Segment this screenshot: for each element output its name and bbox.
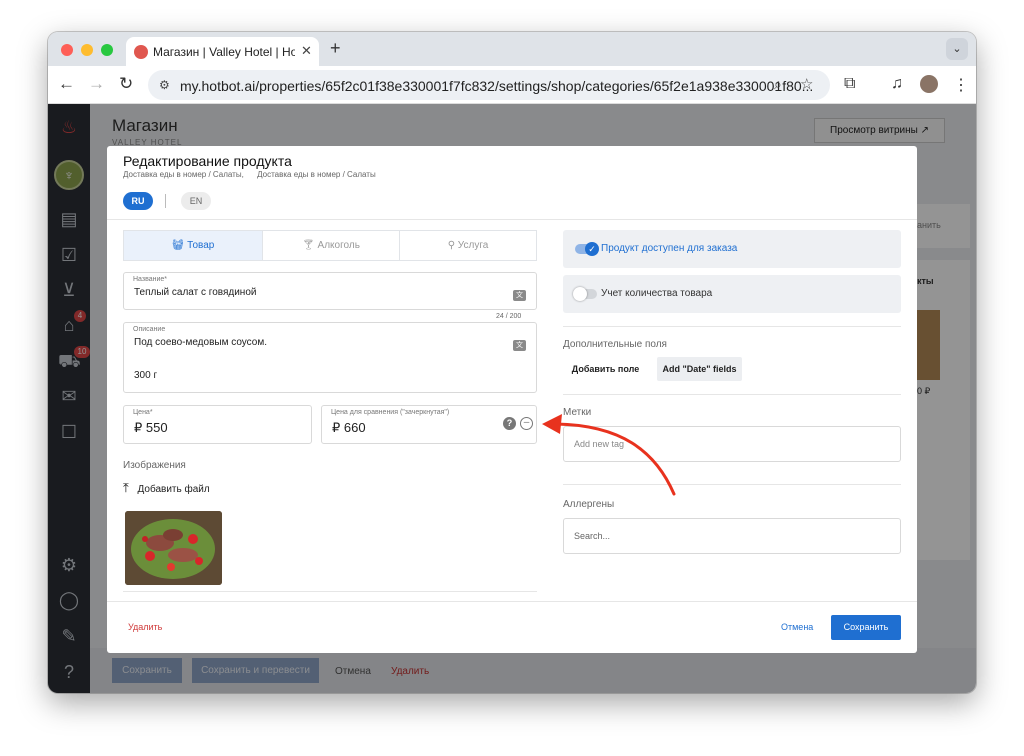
toggle-knob bbox=[573, 287, 587, 301]
cancel-button[interactable]: Отмена bbox=[781, 622, 813, 632]
header-divider bbox=[107, 219, 917, 220]
name-char-counter: 24 / 200 bbox=[496, 313, 522, 320]
footer-divider bbox=[107, 601, 917, 602]
site-settings-icon[interactable]: ⚙ bbox=[159, 78, 170, 92]
description-line-1: Под соево-медовым соусом. bbox=[134, 337, 268, 348]
right-divider-3 bbox=[563, 484, 901, 485]
tab-service-label: Услуга bbox=[457, 240, 489, 251]
address-bar[interactable]: ⚙ my.hotbot.ai/properties/65f2c01f38e330… bbox=[148, 70, 830, 100]
left-divider bbox=[123, 591, 537, 592]
lang-en-tab[interactable]: EN bbox=[181, 192, 211, 210]
maximize-window-button[interactable] bbox=[101, 44, 113, 56]
translate-icon[interactable]: 文 bbox=[513, 340, 526, 351]
breadcrumb: Доставка еды в номер / Салаты, Доставка … bbox=[123, 170, 376, 179]
name-value: Теплый салат с говядиной bbox=[134, 287, 257, 298]
remove-minus-icon[interactable]: – bbox=[520, 417, 533, 430]
name-label: Название* bbox=[133, 276, 168, 283]
tab-product-label: Товар bbox=[187, 240, 215, 251]
tags-input[interactable]: Add new tag bbox=[563, 426, 901, 462]
price-value: ₽ 550 bbox=[134, 420, 168, 435]
description-label: Описание bbox=[133, 326, 166, 333]
extensions-icon[interactable]: ⧉ bbox=[844, 75, 855, 93]
close-window-button[interactable] bbox=[61, 44, 73, 56]
tags-label: Метки bbox=[563, 407, 592, 418]
name-field[interactable]: Название* Теплый салат с говядиной 文 bbox=[123, 272, 537, 310]
compare-price-value: ₽ 660 bbox=[332, 420, 366, 435]
description-line-2: 300 г bbox=[134, 370, 158, 381]
delete-button[interactable]: Удалить bbox=[128, 622, 162, 632]
translate-icon[interactable]: 文 bbox=[513, 290, 526, 301]
cocktail-icon: 🍸︎ bbox=[302, 240, 318, 251]
basket-icon: 🧺︎ bbox=[171, 240, 188, 251]
compare-price-label: Цена для сравнения ("зачеркнутая") bbox=[331, 409, 450, 416]
images-label: Изображения bbox=[123, 460, 186, 471]
tab-search-button[interactable]: ⌄ bbox=[946, 38, 968, 60]
available-label: Продукт доступен для заказа bbox=[601, 243, 738, 254]
add-file-button[interactable]: ⤒ Добавить файл bbox=[123, 480, 210, 496]
zoom-icon[interactable]: ⌕ bbox=[774, 76, 782, 93]
favicon-icon bbox=[134, 45, 148, 59]
help-question-icon[interactable]: ? bbox=[503, 417, 516, 430]
browser-window: Магазин | Valley Hotel | Hotbot ✕ + ⌄ ← … bbox=[48, 32, 976, 693]
bookmark-star-icon[interactable]: ☆ bbox=[800, 75, 813, 93]
allergens-placeholder: Search... bbox=[574, 531, 611, 541]
tab-title: Магазин | Valley Hotel | Hotbot bbox=[153, 45, 295, 59]
allergens-search-input[interactable]: Search... bbox=[563, 518, 901, 554]
edit-product-modal: Редактирование продукта Доставка еды в н… bbox=[107, 146, 917, 653]
add-file-label: Добавить файл bbox=[137, 484, 210, 495]
available-toggle[interactable]: ✓ bbox=[575, 242, 599, 256]
tab-alcohol-label: Алкоголь bbox=[317, 240, 360, 251]
stock-label: Учет количества товара bbox=[601, 288, 713, 299]
tab-service[interactable]: ⚲ Услуга bbox=[399, 231, 536, 260]
stock-toggle-card: Учет количества товара bbox=[563, 275, 901, 313]
product-image-thumbnail[interactable] bbox=[125, 511, 222, 585]
lang-divider bbox=[165, 194, 166, 208]
url-text: my.hotbot.ai/properties/65f2c01f38e33000… bbox=[180, 78, 814, 94]
stock-toggle[interactable] bbox=[573, 287, 597, 301]
new-tab-button[interactable]: + bbox=[330, 38, 341, 59]
allergens-label: Аллергены bbox=[563, 499, 615, 510]
add-field-button[interactable]: Добавить поле bbox=[563, 357, 648, 381]
lang-ru-tab[interactable]: RU bbox=[123, 192, 153, 210]
forward-arrow-icon[interactable]: → bbox=[88, 74, 105, 94]
tab-close-icon[interactable]: ✕ bbox=[301, 43, 312, 59]
tags-placeholder: Add new tag bbox=[574, 439, 625, 449]
profile-avatar[interactable] bbox=[920, 75, 938, 93]
page-content: ♨ ♆ ▤ ☑ ⊻ ⌂ 4 ⛟ 10 ✉ ☐ ⚙ ◯ ✎ ? Магазин V… bbox=[48, 104, 976, 693]
back-arrow-icon[interactable]: ← bbox=[58, 74, 75, 94]
product-type-selector: 🧺︎ Товар 🍸︎ Алкоголь ⚲ Услуга bbox=[123, 230, 537, 261]
browser-tab[interactable]: Магазин | Valley Hotel | Hotbot ✕ bbox=[126, 37, 319, 66]
minimize-window-button[interactable] bbox=[81, 44, 93, 56]
browser-toolbar: ← → ↻ ⚙ my.hotbot.ai/properties/65f2c01f… bbox=[48, 66, 976, 104]
check-icon: ✓ bbox=[585, 242, 599, 256]
salad-image bbox=[125, 511, 222, 585]
price-label: Цена* bbox=[133, 409, 153, 416]
browser-menu-icon[interactable]: ⋮ bbox=[953, 75, 969, 95]
add-date-fields-button[interactable]: Add "Date" fields bbox=[657, 357, 742, 381]
tab-bar: Магазин | Valley Hotel | Hotbot ✕ + ⌄ bbox=[48, 32, 976, 66]
tab-product[interactable]: 🧺︎ Товар bbox=[124, 231, 262, 260]
modal-title: Редактирование продукта bbox=[123, 153, 292, 169]
description-field[interactable]: Описание Под соево-медовым соусом. 300 г… bbox=[123, 322, 537, 393]
upload-icon: ⤒ bbox=[123, 480, 129, 495]
compare-price-field[interactable]: Цена для сравнения ("зачеркнутая") ₽ 660… bbox=[321, 405, 537, 444]
reload-icon[interactable]: ↻ bbox=[119, 74, 133, 94]
right-divider-2 bbox=[563, 394, 901, 395]
service-person-icon: ⚲ bbox=[447, 240, 458, 251]
right-divider-1 bbox=[563, 326, 901, 327]
available-toggle-card: ✓ Продукт доступен для заказа bbox=[563, 230, 901, 268]
tab-alcohol[interactable]: 🍸︎ Алкоголь bbox=[262, 231, 399, 260]
save-button[interactable]: Сохранить bbox=[831, 615, 901, 640]
price-field[interactable]: Цена* ₽ 550 bbox=[123, 405, 312, 444]
extra-fields-label: Дополнительные поля bbox=[563, 339, 667, 350]
media-controls-icon[interactable]: ♫ bbox=[891, 75, 903, 93]
